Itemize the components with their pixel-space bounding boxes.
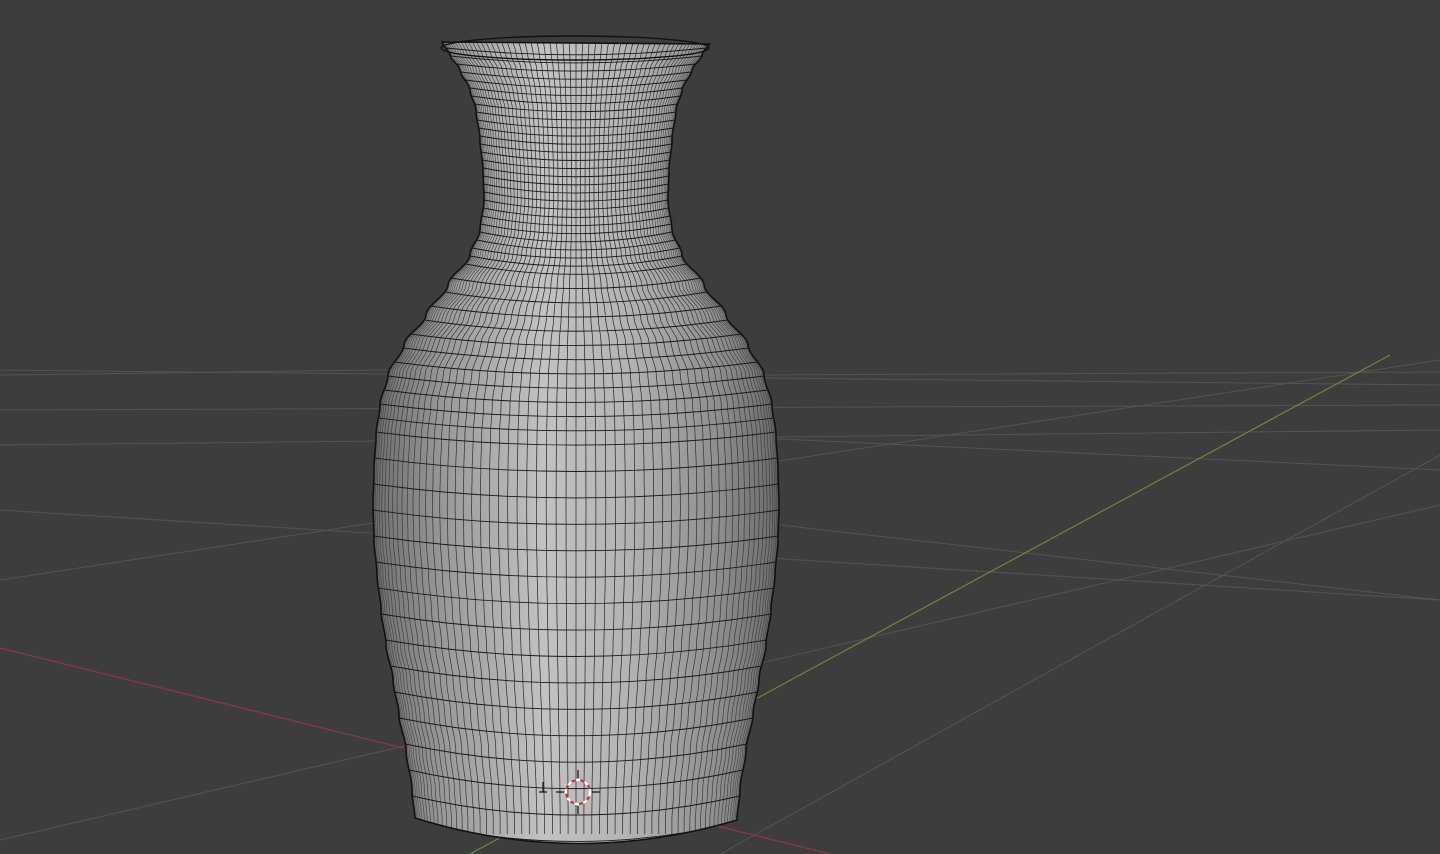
- grid-line: [759, 437, 1440, 471]
- grid-line: [779, 524, 1440, 601]
- 3d-viewport[interactable]: [0, 0, 1440, 854]
- viewport-canvas[interactable]: [0, 0, 1440, 854]
- grid-line: [719, 454, 1440, 854]
- grid-line: [759, 371, 1440, 376]
- vase-mesh-object[interactable]: [372, 35, 780, 845]
